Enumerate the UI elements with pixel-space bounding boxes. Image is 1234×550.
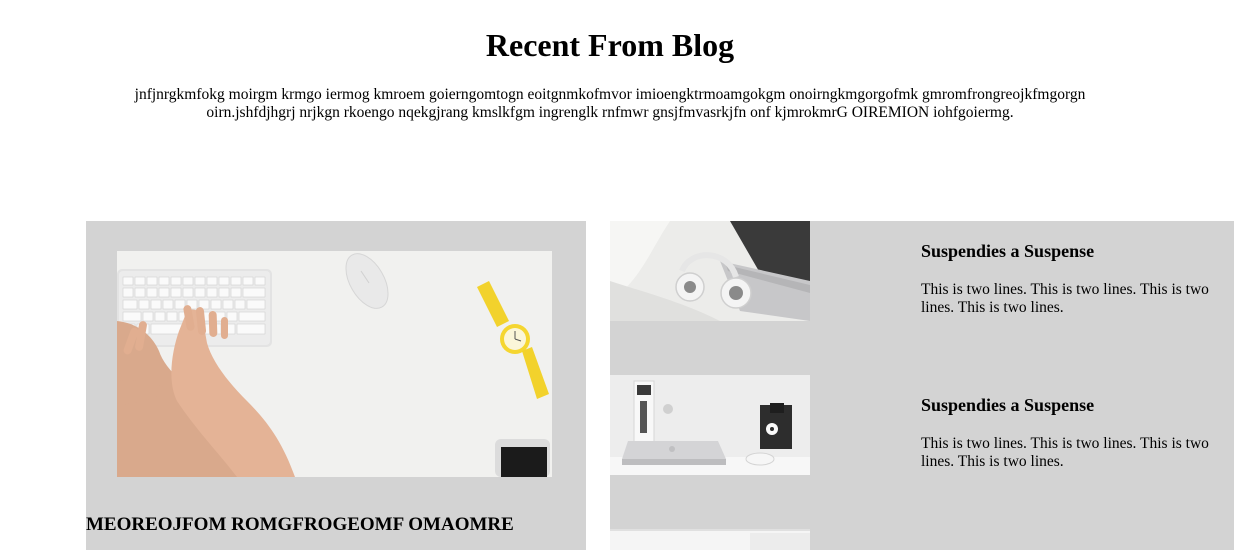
side-post-title[interactable]: Suspendies a Suspense — [921, 394, 1094, 416]
partial-photo — [610, 529, 810, 550]
keyboard-watch-desk-photo — [117, 251, 552, 477]
side-post-item[interactable]: Suspendies a Suspense This is two lines.… — [610, 375, 1234, 475]
laptop-books-clock-photo — [610, 375, 810, 475]
side-post-thumbnail[interactable] — [610, 529, 810, 550]
side-post-thumbnail[interactable] — [610, 221, 810, 321]
side-post-item[interactable]: Suspendies a Suspense This is two lines.… — [610, 221, 1234, 321]
side-post-excerpt: This is two lines. This is two lines. Th… — [921, 281, 1209, 316]
featured-post-card[interactable]: MEOREOJFOM ROMGFROGEOMF OMAOMRE — [86, 221, 586, 550]
featured-post-image[interactable] — [117, 251, 552, 477]
side-posts-panel: Suspendies a Suspense This is two lines.… — [610, 221, 1234, 550]
side-post-thumbnail[interactable] — [610, 375, 810, 475]
headphones-laptop-photo — [610, 221, 810, 321]
featured-post-title[interactable]: MEOREOJFOM ROMGFROGEOMF OMAOMRE — [86, 514, 514, 536]
blog-intro: jnfjnrgkmfokg moirgm krmgo iermog kmroem… — [134, 86, 1086, 121]
page-title: Recent From Blog — [485, 27, 735, 63]
side-post-excerpt: This is two lines. This is two lines. Th… — [921, 435, 1209, 470]
side-post-title[interactable]: Suspendies a Suspense — [921, 240, 1094, 262]
